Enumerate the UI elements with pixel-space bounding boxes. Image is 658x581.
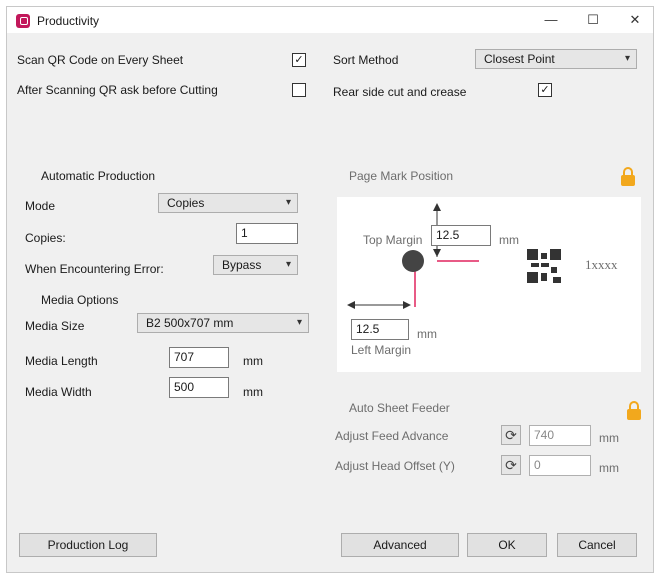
feed-advance-unit: mm (599, 431, 619, 445)
page-mark-preview: Top Margin 12.5 mm 1xxxx 12.5 mm Left Ma… (337, 197, 641, 372)
after-scan-checkbox[interactable] (292, 83, 306, 97)
mode-value: Copies (167, 196, 205, 210)
error-select[interactable]: Bypass ▾ (213, 255, 298, 275)
sort-method-label: Sort Method (333, 53, 399, 67)
sample-mark-text: 1xxxx (585, 257, 618, 272)
top-margin-label: Top Margin (363, 233, 423, 247)
scan-qr-label: Scan QR Code on Every Sheet (17, 53, 184, 67)
media-length-label: Media Length (25, 354, 98, 368)
error-label: When Encountering Error: (25, 262, 164, 276)
mode-select[interactable]: Copies ▾ (158, 193, 298, 213)
registration-mark-icon (402, 250, 424, 272)
top-margin-input[interactable]: 12.5 (431, 225, 491, 246)
copies-label: Copies: (25, 231, 66, 245)
app-icon (16, 14, 30, 28)
media-width-label: Media Width (25, 385, 92, 399)
ok-button[interactable]: OK (467, 533, 547, 557)
mode-label: Mode (25, 199, 56, 213)
sort-method-value: Closest Point (484, 52, 555, 66)
productivity-window: Productivity — ☐ ✕ Scan QR Code on Every… (6, 6, 654, 573)
refresh-icon[interactable]: ⟳ (501, 455, 521, 475)
error-value: Bypass (222, 258, 262, 272)
media-size-select[interactable]: B2 500x707 mm ▾ (137, 313, 309, 333)
arrow-down-icon (433, 249, 441, 257)
copies-input[interactable]: 1 (236, 223, 298, 244)
feed-advance-label: Adjust Feed Advance (335, 429, 449, 443)
window-title: Productivity (37, 14, 100, 28)
auto-sheet-feeder-heading: Auto Sheet Feeder (349, 401, 450, 415)
rear-side-label: Rear side cut and crease (333, 85, 467, 99)
scan-qr-checkbox[interactable]: ✓ (292, 53, 306, 67)
media-length-input[interactable]: 707 (169, 347, 229, 368)
qr-code-icon (527, 249, 561, 283)
media-size-value: B2 500x707 mm (146, 316, 234, 330)
media-options-heading: Media Options (41, 293, 119, 307)
head-offset-unit: mm (599, 461, 619, 475)
media-width-input[interactable]: 500 (169, 377, 229, 398)
minimize-button[interactable]: — (537, 10, 565, 30)
close-button[interactable]: ✕ (621, 10, 649, 30)
chevron-down-icon: ▾ (624, 53, 630, 64)
after-scan-label: After Scanning QR ask before Cutting (17, 83, 218, 97)
title-bar: Productivity — ☐ ✕ (7, 7, 653, 33)
arrow-right-icon (403, 301, 411, 309)
left-margin-input[interactable]: 12.5 (351, 319, 409, 340)
lock-icon[interactable] (621, 167, 635, 186)
sort-method-select[interactable]: Closest Point ▾ (475, 49, 637, 69)
automatic-production-heading: Automatic Production (41, 169, 156, 183)
media-size-label: Media Size (25, 319, 85, 333)
page-mark-heading: Page Mark Position (349, 169, 454, 183)
media-length-unit: mm (243, 354, 263, 368)
refresh-icon[interactable]: ⟳ (501, 425, 521, 445)
media-width-unit: mm (243, 385, 263, 399)
left-margin-unit: mm (417, 327, 437, 341)
top-margin-unit: mm (499, 233, 519, 247)
feed-advance-input[interactable]: 740 (529, 425, 591, 446)
chevron-down-icon: ▾ (296, 317, 302, 328)
advanced-button[interactable]: Advanced (341, 533, 459, 557)
arrow-up-icon (433, 203, 441, 211)
head-offset-input[interactable]: 0 (529, 455, 591, 476)
chevron-down-icon: ▾ (285, 197, 291, 208)
rear-side-checkbox[interactable]: ✓ (538, 83, 552, 97)
lock-icon[interactable] (627, 401, 641, 420)
maximize-button[interactable]: ☐ (579, 10, 607, 30)
left-margin-label: Left Margin (351, 343, 412, 357)
chevron-down-icon: ▾ (285, 259, 291, 270)
arrow-left-icon (347, 301, 355, 309)
cancel-button[interactable]: Cancel (557, 533, 637, 557)
head-offset-label: Adjust Head Offset (Y) (335, 459, 455, 473)
production-log-button[interactable]: Production Log (19, 533, 157, 557)
